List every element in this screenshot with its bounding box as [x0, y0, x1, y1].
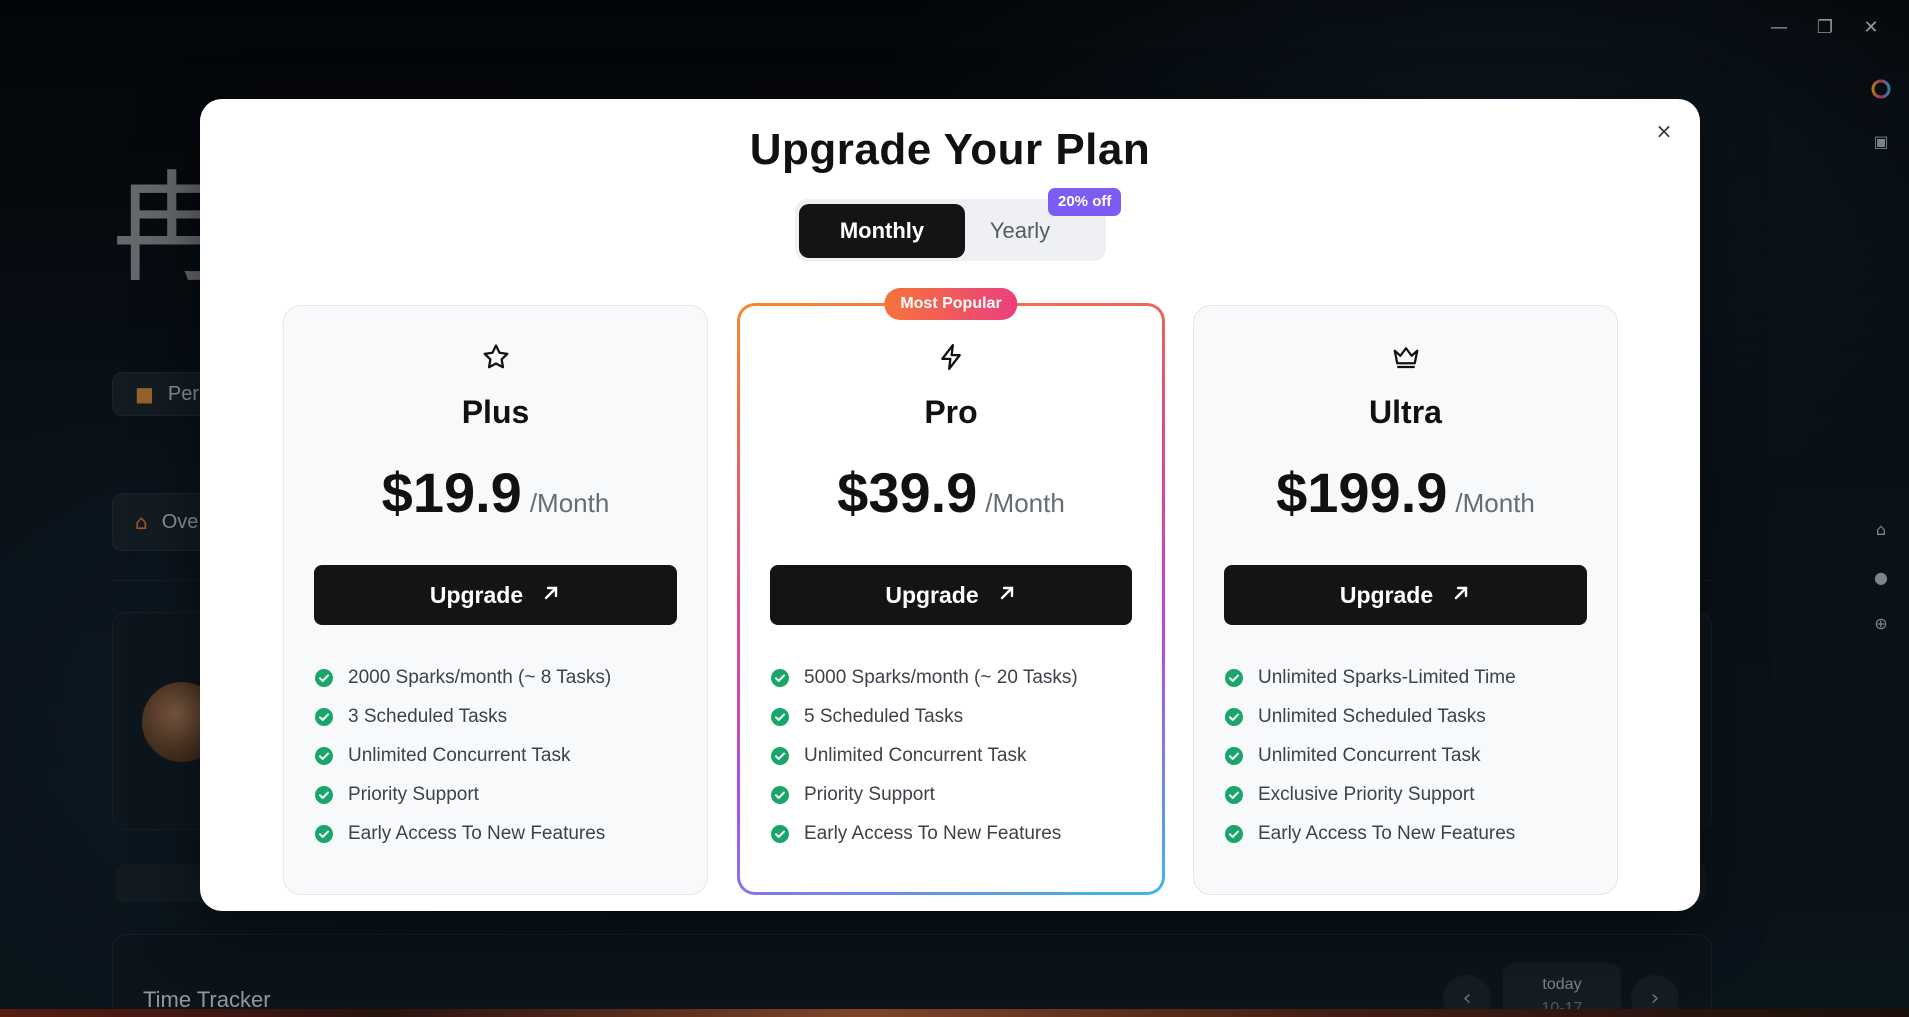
- upgrade-button-ultra[interactable]: Upgrade: [1224, 565, 1587, 625]
- check-circle-icon: [315, 707, 333, 726]
- modal-title: Upgrade Your Plan: [749, 125, 1151, 174]
- feature-text: 3 Scheduled Tasks: [348, 705, 508, 727]
- check-circle-icon: [771, 746, 789, 765]
- most-popular-badge: Most Popular: [884, 288, 1018, 320]
- check-circle-icon: [315, 824, 333, 843]
- feature-list: 5000 Sparks/month (~ 20 Tasks) 5 Schedul…: [770, 658, 1142, 853]
- price-amount: $39.9: [837, 461, 978, 524]
- list-item: 5 Scheduled Tasks: [770, 697, 1142, 736]
- list-item: Early Access To New Features: [770, 814, 1142, 853]
- list-item: Unlimited Concurrent Task: [314, 736, 687, 775]
- list-item: Early Access To New Features: [1224, 814, 1597, 853]
- feature-text: Early Access To New Features: [348, 822, 606, 844]
- plan-card-ultra: Ultra $199.9 /Month Upgrade Unlimited Sp…: [1193, 305, 1618, 895]
- list-item: Unlimited Concurrent Task: [770, 736, 1142, 775]
- star-icon: [284, 342, 707, 382]
- feature-text: Early Access To New Features: [804, 822, 1062, 844]
- check-circle-icon: [771, 707, 789, 726]
- check-circle-icon: [315, 746, 333, 765]
- feature-list: 2000 Sparks/month (~ 8 Tasks) 3 Schedule…: [314, 658, 687, 853]
- plan-price: $19.9 /Month: [284, 460, 707, 525]
- lightning-icon: [740, 342, 1162, 382]
- check-circle-icon: [1225, 785, 1243, 804]
- upgrade-button-plus[interactable]: Upgrade: [314, 565, 677, 625]
- upgrade-button-label: Upgrade: [1339, 581, 1434, 608]
- check-circle-icon: [771, 785, 789, 804]
- price-period: /Month: [985, 488, 1065, 518]
- check-circle-icon: [1225, 746, 1243, 765]
- feature-text: Unlimited Concurrent Task: [1258, 744, 1481, 766]
- feature-text: Unlimited Concurrent Task: [804, 744, 1027, 766]
- feature-text: Exclusive Priority Support: [1258, 783, 1475, 805]
- feature-text: Unlimited Scheduled Tasks: [1258, 705, 1486, 727]
- list-item: Priority Support: [314, 775, 687, 814]
- list-item: Unlimited Sparks-Limited Time: [1224, 658, 1597, 697]
- plan-card-pro: Most Popular Pro $39.9 /Month Upgrade 50…: [737, 288, 1165, 895]
- list-item: 3 Scheduled Tasks: [314, 697, 687, 736]
- check-circle-icon: [315, 785, 333, 804]
- plan-price: $199.9 /Month: [1194, 460, 1617, 525]
- list-item: 2000 Sparks/month (~ 8 Tasks): [314, 658, 687, 697]
- upgrade-button-label: Upgrade: [885, 581, 979, 608]
- price-amount: $199.9: [1276, 461, 1448, 524]
- feature-text: Early Access To New Features: [1258, 822, 1516, 844]
- check-circle-icon: [771, 824, 789, 843]
- upgrade-button-pro[interactable]: Upgrade: [770, 565, 1132, 625]
- plan-name: Pro: [924, 394, 978, 430]
- discount-badge: 20% off: [1048, 188, 1122, 216]
- list-item: Exclusive Priority Support: [1224, 775, 1597, 814]
- list-item: Unlimited Concurrent Task: [1224, 736, 1597, 775]
- feature-text: Unlimited Sparks-Limited Time: [1258, 666, 1516, 688]
- price-period: /Month: [529, 488, 610, 518]
- arrow-up-right-icon: [1451, 582, 1471, 609]
- feature-list: Unlimited Sparks-Limited Time Unlimited …: [1224, 658, 1597, 853]
- crown-icon: [1194, 342, 1617, 382]
- feature-text: 2000 Sparks/month (~ 8 Tasks): [348, 666, 612, 688]
- plan-card-plus: Plus $19.9 /Month Upgrade 2000 Sparks/mo…: [283, 305, 708, 895]
- check-circle-icon: [771, 668, 789, 687]
- list-item: Early Access To New Features: [314, 814, 687, 853]
- upgrade-modal: × Upgrade Your Plan Monthly Yearly 20% o…: [200, 99, 1700, 911]
- price-amount: $19.9: [381, 461, 522, 524]
- feature-text: Unlimited Concurrent Task: [348, 744, 571, 766]
- check-circle-icon: [1225, 824, 1243, 843]
- list-item: Priority Support: [770, 775, 1142, 814]
- check-circle-icon: [1225, 668, 1243, 687]
- check-circle-icon: [1225, 707, 1243, 726]
- arrow-up-right-icon: [541, 582, 561, 609]
- feature-text: Priority Support: [348, 783, 479, 805]
- feature-text: Priority Support: [804, 783, 935, 805]
- list-item: Unlimited Scheduled Tasks: [1224, 697, 1597, 736]
- plan-price: $39.9 /Month: [740, 460, 1162, 525]
- check-circle-icon: [315, 668, 333, 687]
- plan-name: Plus: [461, 394, 530, 430]
- feature-text: 5000 Sparks/month (~ 20 Tasks): [804, 666, 1078, 688]
- plan-name: Ultra: [1369, 394, 1442, 430]
- upgrade-button-label: Upgrade: [429, 581, 524, 608]
- feature-text: 5 Scheduled Tasks: [804, 705, 964, 727]
- list-item: 5000 Sparks/month (~ 20 Tasks): [770, 658, 1142, 697]
- price-period: /Month: [1455, 488, 1535, 518]
- arrow-up-right-icon: [997, 582, 1017, 609]
